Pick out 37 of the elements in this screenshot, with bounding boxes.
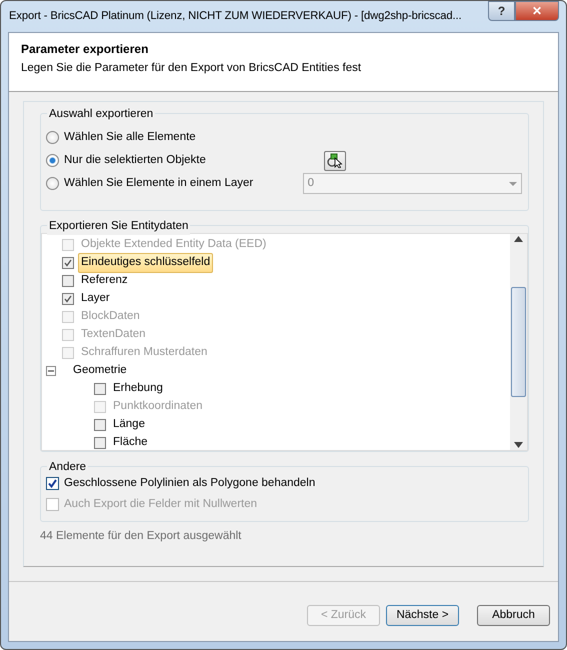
status-text: 44 Elemente für den Export ausgewählt: [40, 529, 242, 544]
radio-label[interactable]: Wählen Sie Elemente in einem Layer: [64, 174, 263, 192]
wizard-button[interactable]: Nächste >: [386, 605, 459, 626]
page-description: Legen Sie die Parameter für den Export von BricsCAD Entities fest: [21, 61, 362, 76]
radio-button[interactable]: [46, 154, 59, 167]
select-objects-button[interactable]: [324, 150, 346, 170]
checkbox[interactable]: [62, 293, 74, 305]
scroll-up-icon[interactable]: [514, 236, 523, 242]
checkbox-label[interactable]: Referenz: [78, 271, 131, 291]
radio-button[interactable]: [46, 177, 59, 190]
checkbox-label[interactable]: Fläche: [110, 433, 151, 450]
tree-node-label[interactable]: Geometrie: [70, 361, 130, 381]
scroll-down-icon[interactable]: [514, 442, 523, 448]
checkbox-label[interactable]: Layer: [78, 289, 113, 309]
radio-label[interactable]: Nur die selektierten Objekte: [64, 152, 284, 170]
wizard-button[interactable]: Abbruch: [477, 605, 550, 626]
checkbox[interactable]: [94, 437, 106, 449]
page-title: Parameter exportieren: [21, 41, 150, 58]
checkbox[interactable]: [94, 419, 106, 431]
checkbox[interactable]: [62, 257, 74, 269]
group-title: Exportieren Sie Entitydaten: [47, 218, 190, 236]
scroll-thumb[interactable]: [511, 287, 526, 397]
checkbox-label[interactable]: Erhebung: [110, 379, 166, 399]
help-button[interactable]: ?: [488, 1, 515, 21]
pick-cursor-icon: [327, 153, 343, 168]
window-title: Export - BricsCAD Platinum (Lizenz, NICHT ZUM WIEDERVERKAUF) - [dwg2shp-bricscad...: [8, 9, 462, 24]
checkbox-label[interactable]: Geschlossene Polylinien als Polygone behandeln: [64, 474, 316, 492]
scrollbar[interactable]: [510, 234, 527, 450]
checkbox[interactable]: [46, 477, 59, 490]
collapse-icon[interactable]: [46, 366, 56, 376]
checkbox[interactable]: [62, 275, 74, 287]
radio-button[interactable]: [46, 131, 59, 144]
checkbox[interactable]: [94, 383, 106, 395]
checkbox-label[interactable]: Länge: [110, 415, 148, 435]
radio-label[interactable]: Wählen Sie alle Elemente: [64, 128, 284, 146]
dropdown-value: 0: [308, 176, 314, 191]
checkbox-label[interactable]: Eindeutiges schlüsselfeld: [78, 253, 214, 273]
